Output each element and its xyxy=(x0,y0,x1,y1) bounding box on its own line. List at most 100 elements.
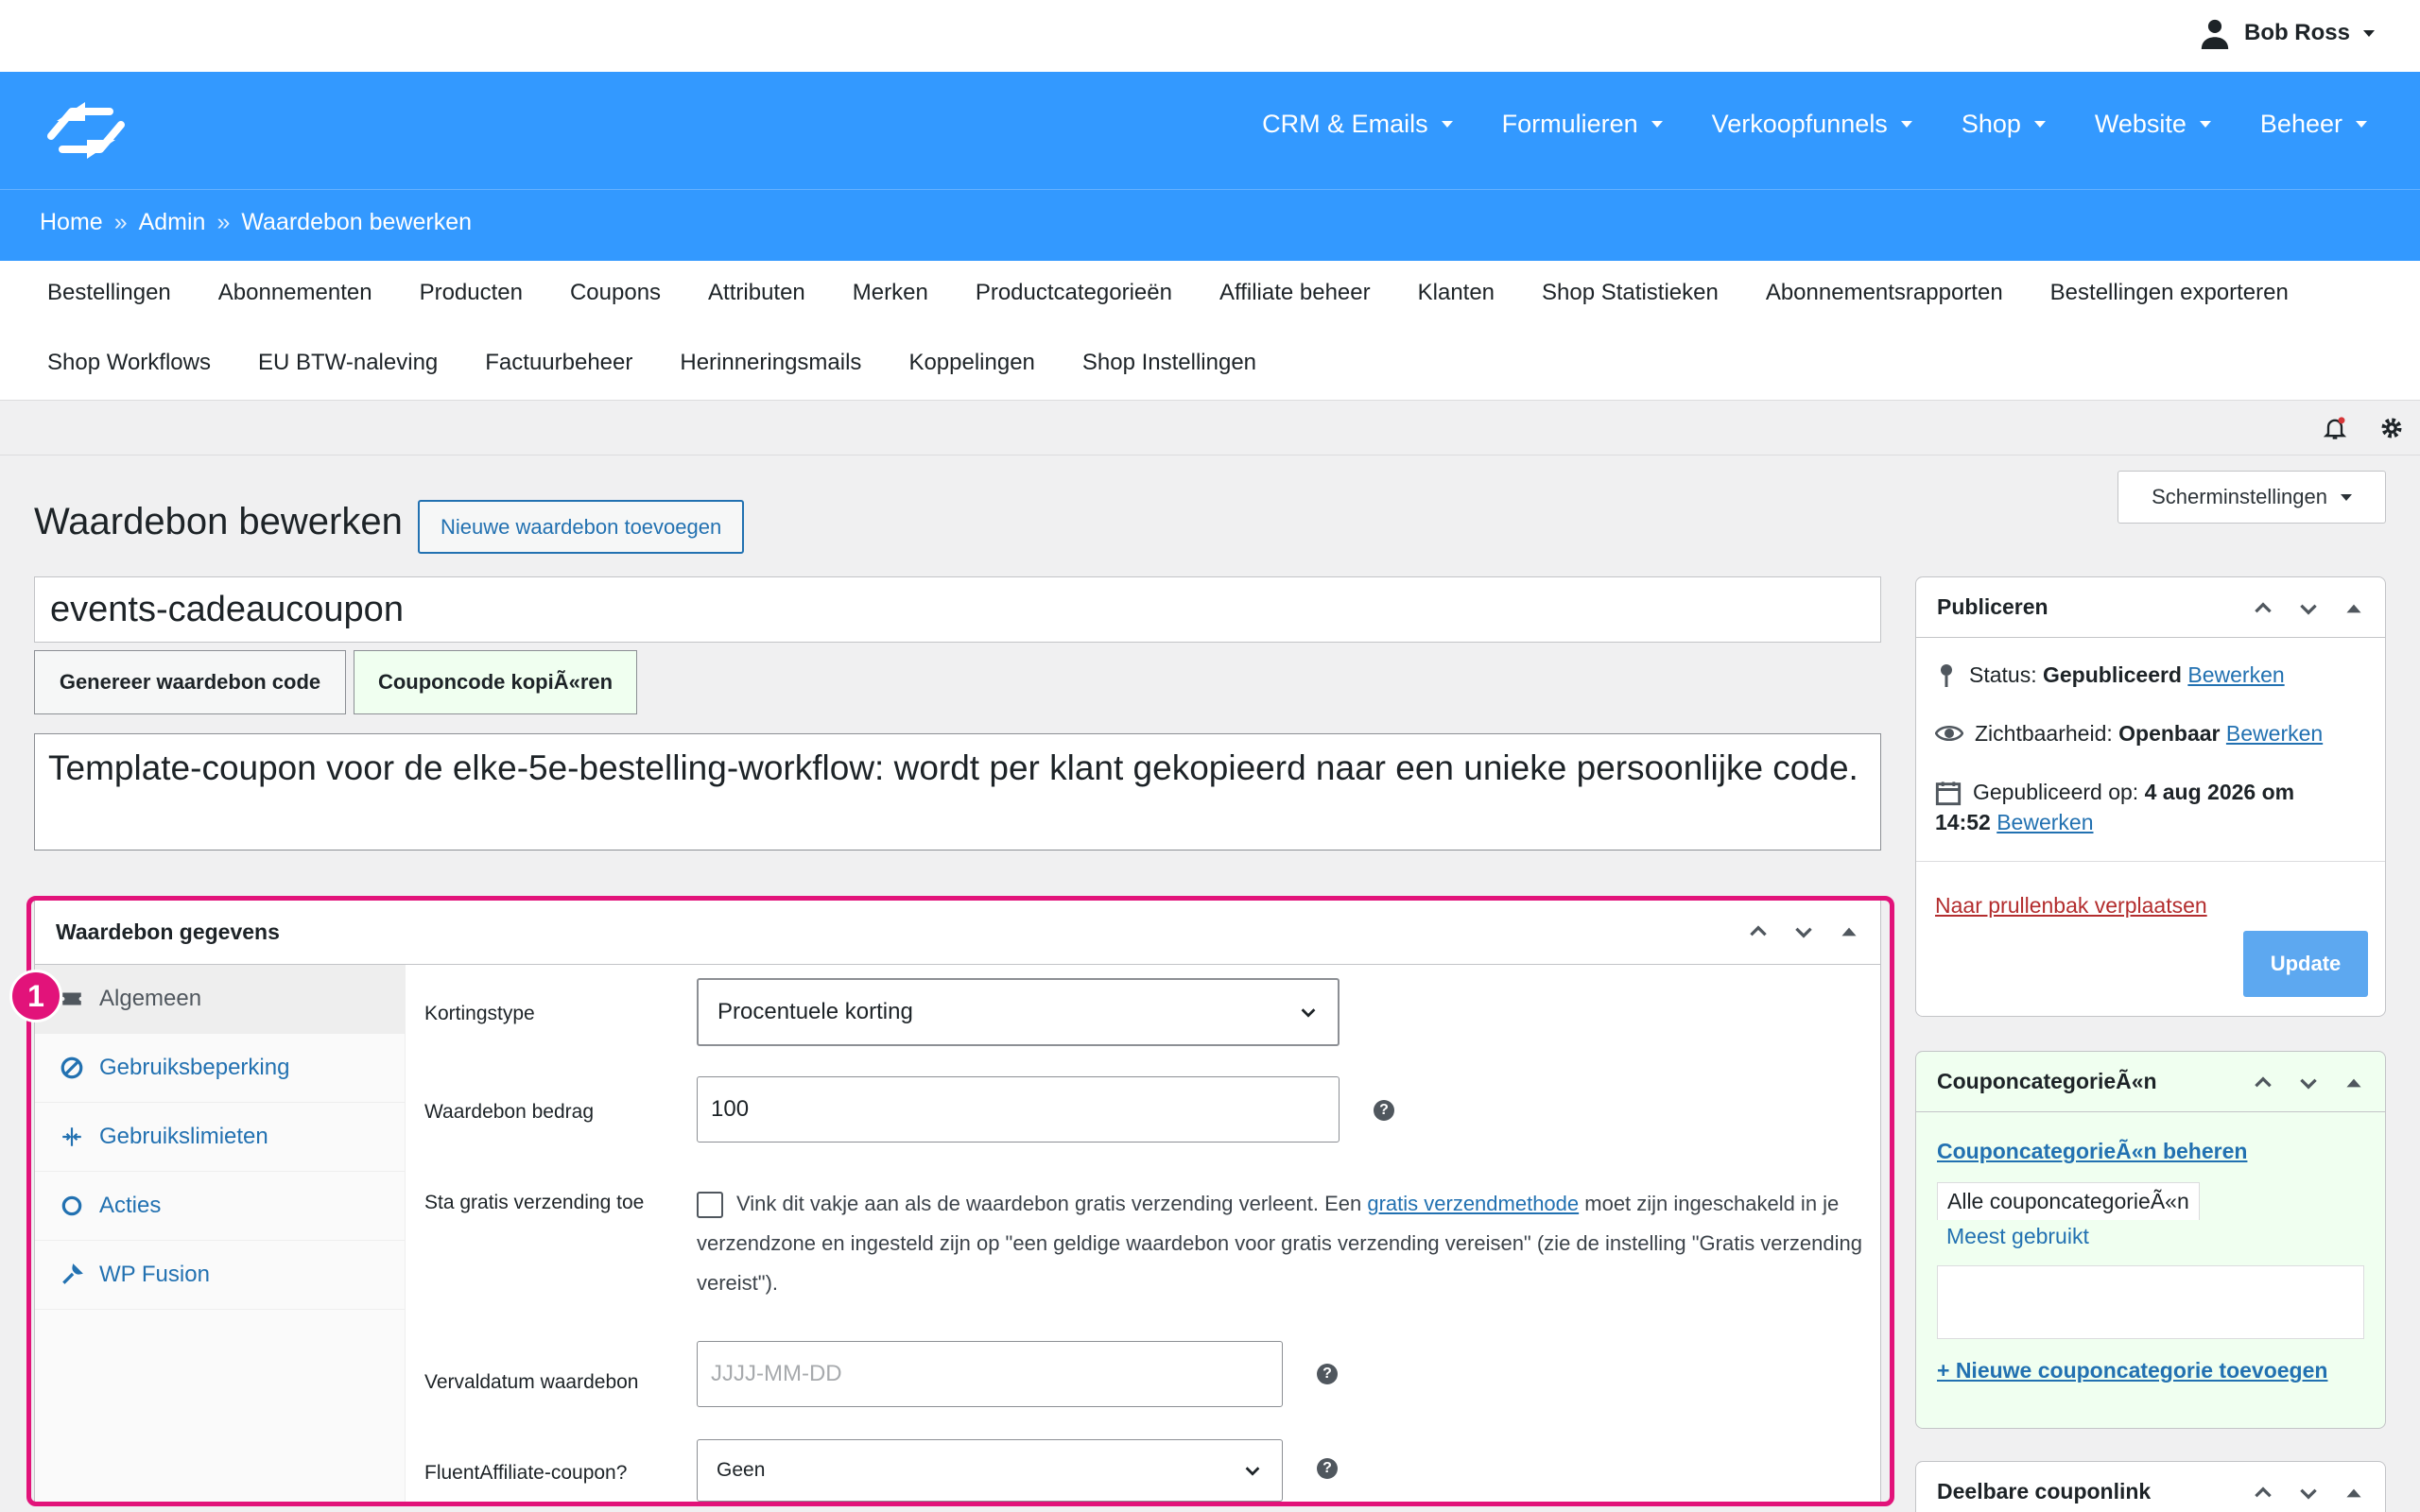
tab-all-categories[interactable]: Alle couponcategorieÃ«n xyxy=(1937,1182,2200,1220)
chevron-down-icon xyxy=(2033,121,2046,128)
nav-crm[interactable]: CRM & Emails xyxy=(1262,110,1453,139)
subnav-customers[interactable]: Klanten xyxy=(1418,280,1495,306)
screen-options-button[interactable]: Scherminstellingen xyxy=(2118,471,2386,524)
subnav-subscriptions[interactable]: Abonnementen xyxy=(218,280,372,306)
chevron-down-icon xyxy=(1301,1008,1316,1018)
wrench-icon xyxy=(62,1263,83,1284)
breadcrumb-home[interactable]: Home xyxy=(40,209,103,236)
subnav-reminders[interactable]: Herinneringsmails xyxy=(680,350,861,376)
nav-funnels[interactable]: Verkoopfunnels xyxy=(1712,110,1912,139)
breadcrumb-admin[interactable]: Admin xyxy=(139,209,206,236)
tab-general[interactable]: Algemeen xyxy=(35,965,405,1034)
general-fields: Kortingstype Procentuele korting Waardeb… xyxy=(406,965,1880,1505)
limits-icon xyxy=(62,1127,81,1146)
publish-visibility-row: Zichtbaarheid: Openbaar Bewerken xyxy=(1935,721,2323,747)
nav-shop[interactable]: Shop xyxy=(1962,110,2046,139)
generate-code-button[interactable]: Genereer waardebon code xyxy=(34,650,346,714)
add-category-link[interactable]: + Nieuwe couponcategorie toevoegen xyxy=(1937,1358,2327,1383)
chevron-down-icon[interactable] xyxy=(2296,1481,2321,1505)
discount-type-select[interactable]: Procentuele korting xyxy=(697,978,1340,1046)
update-button[interactable]: Update xyxy=(2243,931,2368,997)
subnav-coupons[interactable]: Coupons xyxy=(570,280,661,306)
category-checklist xyxy=(1937,1265,2364,1339)
subnav-settings[interactable]: Shop Instellingen xyxy=(1082,350,1256,376)
amount-input[interactable]: 100 xyxy=(697,1076,1340,1143)
chevron-down-icon xyxy=(2356,121,2367,128)
edit-visibility-link[interactable]: Bewerken xyxy=(2226,721,2323,746)
free-shipping-method-link[interactable]: gratis verzendmethode xyxy=(1367,1192,1579,1215)
tab-actions[interactable]: Acties xyxy=(35,1172,405,1241)
tab-most-used[interactable]: Meest gebruikt xyxy=(1937,1224,2200,1249)
shop-subnav: Bestellingen Abonnementen Producten Coup… xyxy=(0,261,2420,401)
chevron-up-icon[interactable] xyxy=(1746,919,1771,944)
user-menu[interactable]: Bob Ross xyxy=(2199,17,2375,49)
coupon-categories-panel: CouponcategorieÃ«n CouponcategorieÃ«n be… xyxy=(1915,1051,2386,1429)
help-icon: ? xyxy=(1317,1364,1338,1384)
help-icon: ? xyxy=(1317,1458,1338,1479)
subnav-attributes[interactable]: Attributen xyxy=(708,280,805,306)
collapse-triangle-icon[interactable] xyxy=(2342,1071,2366,1095)
subnav-subscription-reports[interactable]: Abonnementsrapporten xyxy=(1766,280,2003,306)
collapse-triangle-icon[interactable] xyxy=(2342,1481,2366,1505)
edit-status-link[interactable]: Bewerken xyxy=(2187,662,2284,687)
logo-icon[interactable] xyxy=(43,98,129,163)
coupon-description-textarea[interactable]: Template-coupon voor de elke-5e-bestelli… xyxy=(34,733,1881,850)
subnav-products[interactable]: Producten xyxy=(420,280,523,306)
coupon-data-tabs: Algemeen Gebruiksbeperking Gebruikslimie… xyxy=(35,965,406,1505)
shareable-link-header: Deelbare couponlink xyxy=(1916,1462,2385,1512)
chevron-down-icon[interactable] xyxy=(1791,919,1816,944)
user-name: Bob Ross xyxy=(2243,20,2350,45)
coupon-data-header: Waardebon gegevens xyxy=(35,901,1880,965)
step-badge: 1 xyxy=(9,970,62,1022)
move-to-trash-link[interactable]: Naar prullenbak verplaatsen xyxy=(1935,893,2207,919)
shareable-link-panel: Deelbare couponlink xyxy=(1915,1461,2386,1512)
eye-icon xyxy=(1935,726,1963,741)
coupon-code-input[interactable]: events-cadeaucoupon xyxy=(34,576,1881,643)
coupon-categories-header: CouponcategorieÃ«n xyxy=(1916,1052,2385,1112)
chevron-up-icon[interactable] xyxy=(2251,1481,2275,1505)
pin-icon xyxy=(1941,664,1952,687)
chevron-down-icon[interactable] xyxy=(2296,596,2321,621)
publish-status-row: Status: Gepubliceerd Bewerken xyxy=(1935,662,2285,689)
add-new-coupon-button[interactable]: Nieuwe waardebon toevoegen xyxy=(418,500,745,554)
breadcrumb-bar: Home » Admin » Waardebon bewerken xyxy=(0,189,2420,261)
nav-manage[interactable]: Beheer xyxy=(2260,110,2367,139)
manage-categories-link[interactable]: CouponcategorieÃ«n beheren xyxy=(1937,1139,2247,1164)
calendar-icon xyxy=(1935,782,1962,806)
nav-forms[interactable]: Formulieren xyxy=(1502,110,1663,139)
bell-icon[interactable] xyxy=(2322,415,2348,441)
tab-usage-limits[interactable]: Gebruikslimieten xyxy=(35,1103,405,1172)
chevron-down-icon xyxy=(1900,121,1912,128)
block-icon xyxy=(60,1057,83,1079)
subnav-invoices[interactable]: Factuurbeheer xyxy=(485,350,632,376)
collapse-triangle-icon[interactable] xyxy=(2342,596,2366,621)
subnav-orders[interactable]: Bestellingen xyxy=(47,280,171,306)
admin-toolbar xyxy=(0,401,2420,455)
subnav-vat[interactable]: EU BTW-naleving xyxy=(258,350,438,376)
tab-usage-restriction[interactable]: Gebruiksbeperking xyxy=(35,1034,405,1103)
chevron-up-icon[interactable] xyxy=(2251,596,2275,621)
subnav-statistics[interactable]: Shop Statistieken xyxy=(1542,280,1719,306)
edit-date-link[interactable]: Bewerken xyxy=(1996,810,2093,834)
gear-icon[interactable] xyxy=(2378,415,2405,441)
breadcrumb: Home » Admin » Waardebon bewerken xyxy=(40,209,473,236)
subnav-brands[interactable]: Merken xyxy=(853,280,928,306)
nav-website[interactable]: Website xyxy=(2095,110,2211,139)
ticket-icon xyxy=(62,992,81,1005)
expiry-date-input[interactable]: JJJJ-MM-DD xyxy=(697,1341,1283,1407)
subnav-affiliate[interactable]: Affiliate beheer xyxy=(1219,280,1371,306)
copy-code-button[interactable]: Couponcode kopiÃ«ren xyxy=(354,650,637,714)
subnav-export-orders[interactable]: Bestellingen exporteren xyxy=(2050,280,2289,306)
free-shipping-description: Vink dit vakje aan als de waardebon grat… xyxy=(697,1192,1862,1295)
chevron-up-icon[interactable] xyxy=(2251,1071,2275,1095)
chevron-down-icon[interactable] xyxy=(2296,1071,2321,1095)
affiliate-coupon-select[interactable]: Geen xyxy=(697,1439,1283,1502)
tab-wp-fusion[interactable]: WP Fusion xyxy=(35,1241,405,1310)
subnav-categories[interactable]: Productcategorieën xyxy=(976,280,1172,306)
collapse-triangle-icon[interactable] xyxy=(1837,919,1861,944)
chevron-down-icon xyxy=(1441,121,1453,128)
subnav-workflows[interactable]: Shop Workflows xyxy=(47,350,211,376)
subnav-integrations[interactable]: Koppelingen xyxy=(908,350,1034,376)
page-title: Waardebon bewerken xyxy=(34,501,403,542)
main-nav: CRM & Emails Formulieren Verkoopfunnels … xyxy=(0,72,2420,189)
